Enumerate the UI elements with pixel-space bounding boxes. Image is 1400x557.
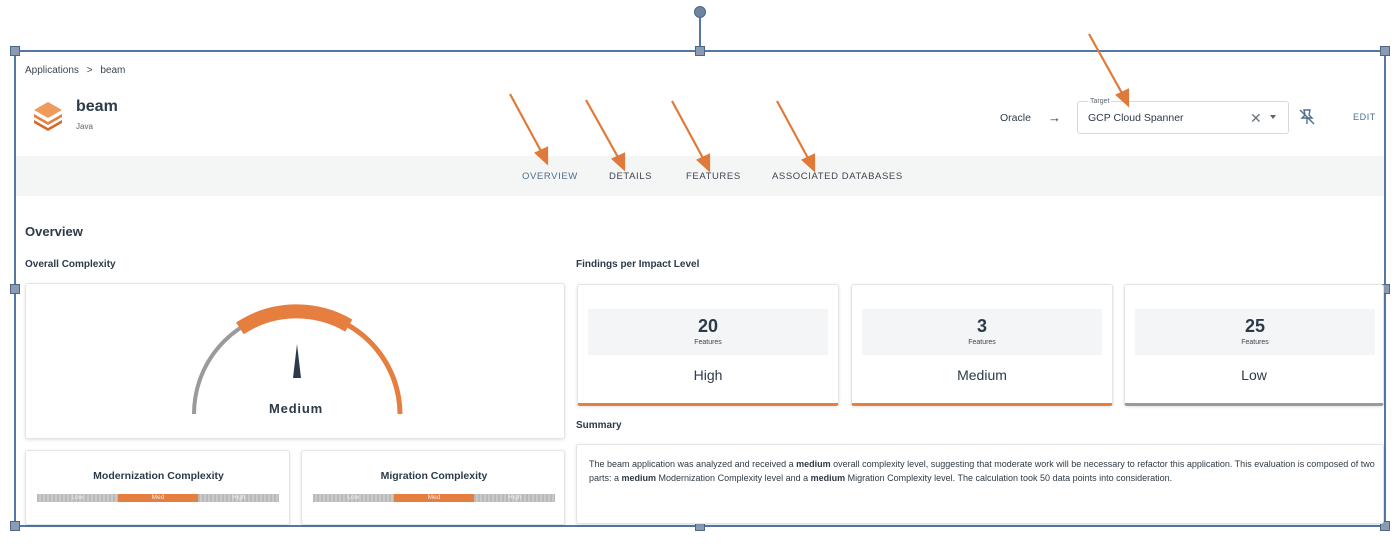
resize-handle-bottom-left[interactable] <box>10 521 20 531</box>
target-label: Target <box>1088 98 1112 105</box>
breadcrumb-applications[interactable]: Applications <box>25 65 79 76</box>
gauge-medium-segment <box>236 304 353 335</box>
target-value: GCP Cloud Spanner <box>1088 112 1184 124</box>
gauge-label: Medium <box>269 401 323 416</box>
finding-count: 3 <box>976 316 987 336</box>
clear-icon[interactable]: ✕ <box>1250 110 1262 127</box>
finding-count-panel: 3 Features <box>862 309 1102 355</box>
resize-handle-top-center[interactable] <box>695 46 705 56</box>
migration-complexity-card: Migration Complexity Low Med High <box>301 450 565 525</box>
annotation-arrow-databases <box>776 100 810 161</box>
finding-level: Medium <box>957 367 1007 383</box>
bar-segment-low: Low <box>313 494 394 502</box>
finding-count-panel: 25 Features <box>1135 309 1375 355</box>
rotation-handle[interactable] <box>694 6 706 18</box>
summary-text: The beam application was analyzed and re… <box>589 459 1375 483</box>
overall-complexity-card: Medium <box>25 283 565 439</box>
tab-bar: OVERVIEW DETAILS FEATURES ASSOCIATED DAT… <box>16 156 1384 196</box>
resize-handle-top-right[interactable] <box>1380 46 1390 56</box>
overall-complexity-title: Overall Complexity <box>25 259 116 270</box>
resize-handle-top-left[interactable] <box>10 46 20 56</box>
overview-heading: Overview <box>25 224 83 239</box>
annotation-arrow-overview <box>509 93 543 154</box>
finding-card-high[interactable]: 20 Features High <box>577 284 839 406</box>
layers-icon <box>30 98 66 134</box>
unpin-icon[interactable] <box>1298 108 1316 131</box>
annotation-arrow-details <box>585 99 620 160</box>
dropdown-arrow-icon[interactable] <box>1270 115 1276 119</box>
gauge-needle <box>293 344 301 378</box>
finding-unit: Features <box>1241 339 1269 346</box>
app-name: beam <box>76 98 118 115</box>
tab-overview[interactable]: OVERVIEW <box>522 171 578 182</box>
finding-level: High <box>693 367 723 383</box>
summary-card: The beam application was analyzed and re… <box>576 444 1384 524</box>
annotation-arrow-features <box>671 100 705 161</box>
migration-title: Migration Complexity <box>380 470 488 482</box>
tab-details[interactable]: DETAILS <box>609 171 652 182</box>
bar-segment-high: High <box>474 494 556 502</box>
finding-count: 25 <box>1244 316 1266 336</box>
bar-segment-med: Med <box>393 494 475 502</box>
bar-segment-high: High <box>198 494 280 502</box>
breadcrumb-separator: > <box>86 65 93 76</box>
tab-features[interactable]: FEATURES <box>686 171 741 182</box>
finding-count-panel: 20 Features <box>588 309 828 355</box>
breadcrumb-current: beam <box>100 65 126 76</box>
resize-handle-middle-left[interactable] <box>10 284 20 294</box>
target-select[interactable]: Target GCP Cloud Spanner ✕ <box>1077 98 1289 134</box>
complexity-gauge <box>192 304 403 415</box>
breadcrumb: Applications > beam <box>25 65 125 76</box>
source-database: Oracle <box>1000 112 1031 124</box>
finding-unit: Features <box>968 339 996 346</box>
finding-card-medium[interactable]: 3 Features Medium <box>851 284 1113 406</box>
findings-title: Findings per Impact Level <box>576 259 700 270</box>
app-language: Java <box>76 122 93 131</box>
summary-title: Summary <box>576 420 622 431</box>
modernization-complexity-card: Modernization Complexity Low Med High <box>25 450 290 525</box>
modernization-title: Modernization Complexity <box>93 470 224 482</box>
finding-card-low[interactable]: 25 Features Low <box>1124 284 1384 406</box>
migration-bar: Low Med High <box>313 494 556 502</box>
modernization-bar: Low Med High <box>37 494 280 502</box>
annotation-arrow-target <box>1088 33 1124 96</box>
finding-unit: Features <box>694 339 722 346</box>
finding-count: 20 <box>697 316 719 336</box>
migration-arrow-icon: → <box>1048 110 1061 125</box>
bar-segment-med: Med <box>117 494 199 502</box>
finding-level: Low <box>1241 367 1267 383</box>
edit-button[interactable]: EDIT <box>1353 112 1376 122</box>
tab-associated-databases[interactable]: ASSOCIATED DATABASES <box>772 171 903 182</box>
bar-segment-low: Low <box>37 494 118 502</box>
